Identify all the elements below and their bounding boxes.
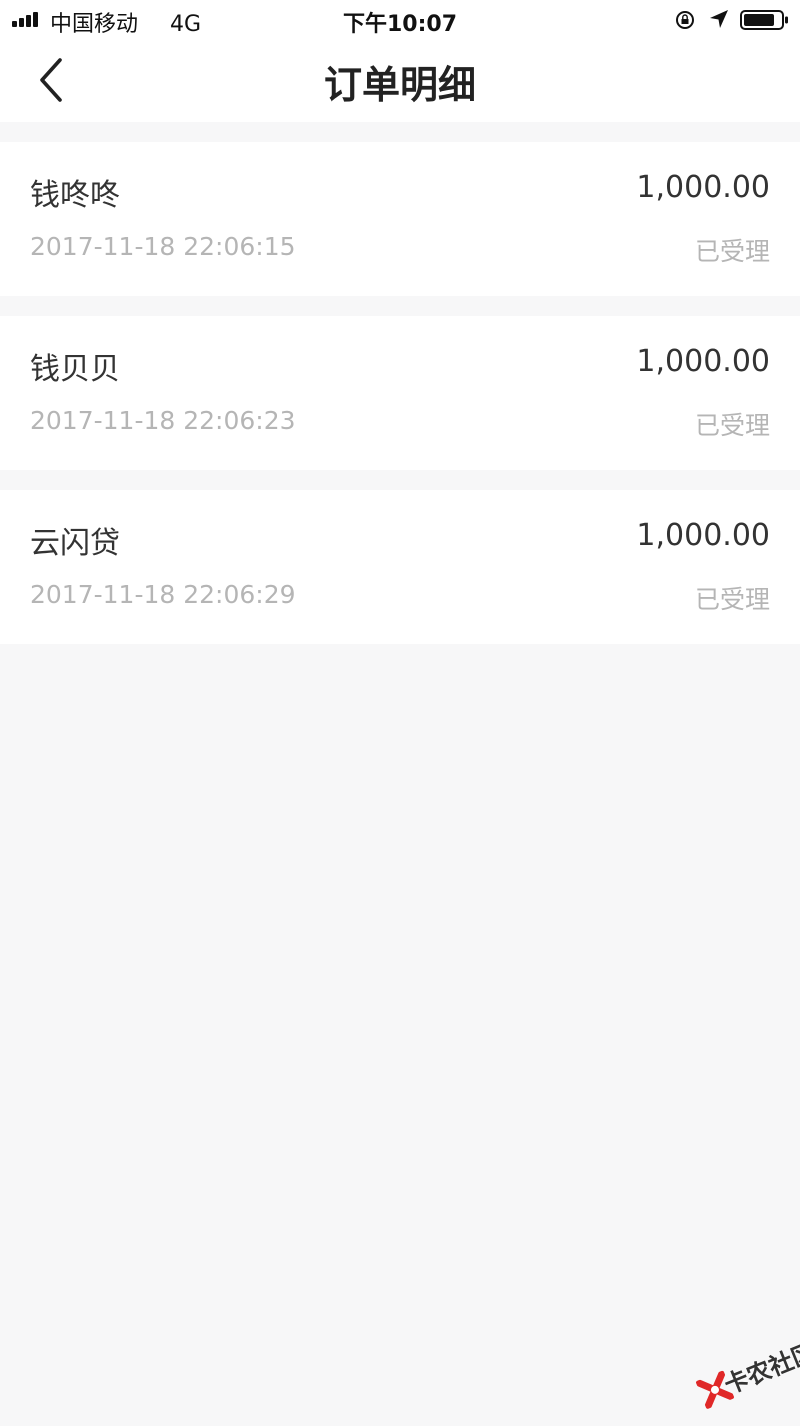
order-list: 钱咚咚 1,000.00 2017-11-18 22:06:15 已受理 钱贝贝… (0, 142, 800, 664)
nav-bar: 订单明细 (0, 40, 800, 122)
order-item[interactable]: 云闪贷 1,000.00 2017-11-18 22:06:29 已受理 (0, 490, 800, 644)
order-name: 云闪贷 (30, 526, 120, 561)
location-arrow-icon (710, 10, 728, 28)
page-title: 订单明细 (323, 63, 476, 107)
order-amount: 1,000.00 (636, 170, 770, 205)
order-name: 钱贝贝 (30, 352, 120, 387)
order-item[interactable]: 钱贝贝 1,000.00 2017-11-18 22:06:23 已受理 (0, 316, 800, 470)
status-bar: 中国移动 4G 下午10:07 (0, 0, 800, 40)
chevron-left-icon (40, 58, 62, 102)
order-time: 2017-11-18 22:06:23 (30, 406, 296, 435)
back-button[interactable] (22, 52, 82, 108)
order-status: 已受理 (694, 237, 770, 266)
order-time: 2017-11-18 22:06:15 (30, 232, 296, 261)
order-time: 2017-11-18 22:06:29 (30, 580, 296, 609)
order-amount: 1,000.00 (636, 518, 770, 553)
battery-icon (740, 10, 788, 30)
order-name: 钱咚咚 (30, 178, 120, 213)
watermark-text: 卡农社区 (720, 1337, 800, 1400)
order-item[interactable]: 钱咚咚 1,000.00 2017-11-18 22:06:15 已受理 (0, 142, 800, 296)
rotation-lock-icon (676, 11, 694, 29)
order-status: 已受理 (694, 585, 770, 614)
order-status: 已受理 (694, 411, 770, 440)
watermark: 卡农社区 (679, 1310, 800, 1425)
order-amount: 1,000.00 (636, 344, 770, 379)
